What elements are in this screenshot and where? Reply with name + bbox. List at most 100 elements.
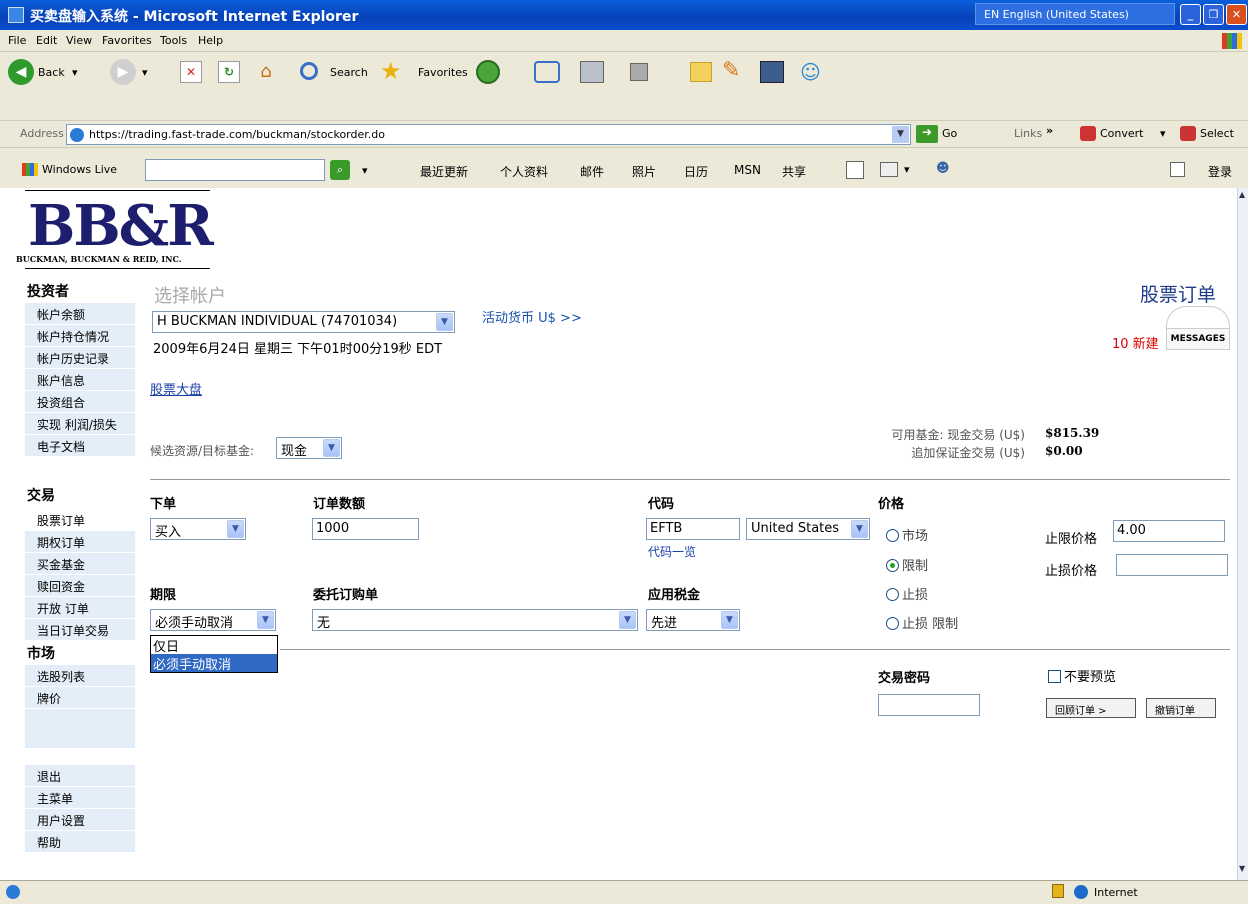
- price-type-limit[interactable]: 限制: [886, 555, 928, 574]
- live-link-mail[interactable]: 邮件: [580, 163, 604, 180]
- back-dropdown-icon[interactable]: ▾: [72, 66, 78, 79]
- menu-edit[interactable]: Edit: [36, 34, 57, 47]
- term-option-gtc[interactable]: 必须手动取消: [151, 654, 277, 673]
- address-input[interactable]: https://trading.fast-trade.com/buckman/s…: [66, 124, 911, 145]
- live-view-icon[interactable]: [880, 162, 898, 177]
- stock-board-link[interactable]: 股票大盘: [150, 379, 202, 398]
- live-link-msn[interactable]: MSN: [734, 163, 761, 177]
- cancel-order-button[interactable]: 撤销订单: [1146, 698, 1216, 718]
- scroll-down-icon[interactable]: ▼: [1239, 864, 1248, 876]
- close-button[interactable]: ✕: [1226, 4, 1247, 25]
- forward-arrow-icon[interactable]: ▶: [110, 59, 136, 85]
- sidebar-item-today-orders[interactable]: 当日订单交易: [25, 619, 135, 641]
- live-tool-icon[interactable]: [846, 161, 864, 179]
- order-type-select[interactable]: 买入 ▼: [150, 518, 246, 540]
- home-icon[interactable]: ⌂: [254, 61, 278, 83]
- sidebar-item-option-order[interactable]: 期权订单: [25, 531, 135, 553]
- sidebar-item-main-menu[interactable]: 主菜单: [25, 787, 135, 809]
- sidebar-item-account-info[interactable]: 账户信息: [25, 369, 135, 391]
- order-type-dropdown-icon[interactable]: ▼: [227, 520, 244, 538]
- term-option-day[interactable]: 仅日: [151, 636, 277, 655]
- radio-stop-limit[interactable]: [886, 617, 899, 630]
- price-type-market[interactable]: 市场: [886, 525, 928, 544]
- symbol-input[interactable]: EFTB: [646, 518, 740, 540]
- account-select[interactable]: H BUCKMAN INDIVIDUAL (74701034) ▼: [152, 311, 455, 333]
- no-preview-option[interactable]: 不要预览: [1048, 666, 1116, 685]
- menu-help[interactable]: Help: [198, 34, 223, 47]
- live-link-profile[interactable]: 个人资料: [500, 163, 548, 180]
- messages-button[interactable]: MESSAGES: [1166, 328, 1230, 350]
- trade-password-input[interactable]: [878, 694, 980, 716]
- restore-button[interactable]: ❐: [1203, 4, 1224, 25]
- tax-dropdown-icon[interactable]: ▼: [721, 611, 738, 629]
- lock-icon[interactable]: [1052, 884, 1064, 898]
- limit-price-input[interactable]: 4.00: [1113, 520, 1225, 542]
- no-preview-checkbox[interactable]: [1048, 670, 1061, 683]
- term-select[interactable]: 必须手动取消 ▼: [150, 609, 276, 631]
- fund-source-select[interactable]: 现金 ▼: [276, 437, 342, 459]
- radio-stop[interactable]: [886, 588, 899, 601]
- sidebar-item-redeem-fund[interactable]: 赎回资金: [25, 575, 135, 597]
- back-button-label[interactable]: Back: [38, 66, 65, 79]
- live-link-share[interactable]: 共享: [782, 163, 806, 180]
- sidebar-item-open-orders[interactable]: 开放 订单: [25, 597, 135, 619]
- symbol-list-link[interactable]: 代码一览: [648, 543, 696, 560]
- sidebar-item-help[interactable]: 帮助: [25, 831, 135, 853]
- live-link-calendar[interactable]: 日历: [684, 163, 708, 180]
- quantity-input[interactable]: 1000: [312, 518, 419, 540]
- convert-dropdown-icon[interactable]: ▾: [1160, 127, 1166, 140]
- vertical-scrollbar[interactable]: ▲ ▼: [1237, 188, 1248, 880]
- stop-icon[interactable]: ✕: [180, 61, 202, 83]
- radio-limit[interactable]: [886, 559, 899, 572]
- live-link-photos[interactable]: 照片: [632, 163, 656, 180]
- convert-button[interactable]: Convert: [1100, 127, 1144, 140]
- menu-file[interactable]: File: [8, 34, 26, 47]
- history-icon[interactable]: [476, 60, 500, 84]
- price-type-stop[interactable]: 止损: [886, 584, 928, 603]
- select-button[interactable]: Select: [1200, 127, 1234, 140]
- new-messages-count[interactable]: 10 新建: [1112, 333, 1159, 352]
- sidebar-item-stock-order[interactable]: 股票订单: [25, 509, 135, 531]
- notes-icon[interactable]: [690, 62, 712, 82]
- sidebar-item-positions[interactable]: 帐户持仓情况: [25, 325, 135, 347]
- print-icon[interactable]: [580, 61, 604, 83]
- proxy-order-select[interactable]: 无 ▼: [312, 609, 638, 631]
- currency-link[interactable]: 活动货币 U$ >>: [482, 307, 582, 326]
- search-icon[interactable]: [300, 62, 318, 80]
- fund-source-dropdown-icon[interactable]: ▼: [323, 439, 340, 457]
- sidebar-item-portfolio[interactable]: 投资组合: [25, 391, 135, 413]
- live-search-dropdown-icon[interactable]: ▾: [362, 164, 368, 177]
- refresh-icon[interactable]: ↻: [218, 61, 240, 83]
- sidebar-item-realized-pl[interactable]: 实现 利润/损失: [25, 413, 135, 435]
- menu-favorites[interactable]: Favorites: [102, 34, 152, 47]
- account-dropdown-icon[interactable]: ▼: [436, 313, 453, 331]
- links-more-icon[interactable]: »: [1046, 124, 1053, 137]
- tax-select[interactable]: 先进 ▼: [646, 609, 740, 631]
- sidebar-item-balance[interactable]: 帐户余额: [25, 303, 135, 325]
- links-label[interactable]: Links: [1014, 127, 1042, 140]
- research-icon[interactable]: [760, 61, 784, 83]
- favorites-star-icon[interactable]: ★: [380, 57, 402, 85]
- back-arrow-icon[interactable]: ◀: [8, 59, 34, 85]
- sidebar-item-user-settings[interactable]: 用户设置: [25, 809, 135, 831]
- term-dropdown-icon[interactable]: ▼: [257, 611, 274, 629]
- live-login[interactable]: 登录: [1208, 163, 1232, 180]
- sidebar-item-history[interactable]: 帐户历史记录: [25, 347, 135, 369]
- pen-icon[interactable]: ✎: [722, 58, 740, 83]
- review-order-button[interactable]: 回顾订单 >: [1046, 698, 1136, 718]
- menu-view[interactable]: View: [66, 34, 92, 47]
- live-checkbox-icon[interactable]: [1170, 162, 1185, 177]
- address-dropdown-icon[interactable]: ▼: [892, 126, 909, 143]
- windows-live-label[interactable]: Windows Live: [42, 163, 117, 176]
- live-search-icon[interactable]: ⌕: [330, 160, 350, 180]
- sidebar-item-watchlist[interactable]: 选股列表: [25, 665, 135, 687]
- minimize-button[interactable]: _: [1180, 4, 1201, 25]
- sidebar-item-quotes[interactable]: 牌价: [25, 687, 135, 709]
- messenger-icon[interactable]: ☺: [800, 60, 821, 84]
- search-button-label[interactable]: Search: [330, 66, 368, 79]
- sidebar-item-buy-fund[interactable]: 买金基金: [25, 553, 135, 575]
- mail-icon[interactable]: [534, 61, 560, 83]
- sidebar-item-logout[interactable]: 退出: [25, 765, 135, 787]
- menu-tools[interactable]: Tools: [160, 34, 187, 47]
- live-contacts-icon[interactable]: ☻: [936, 161, 954, 179]
